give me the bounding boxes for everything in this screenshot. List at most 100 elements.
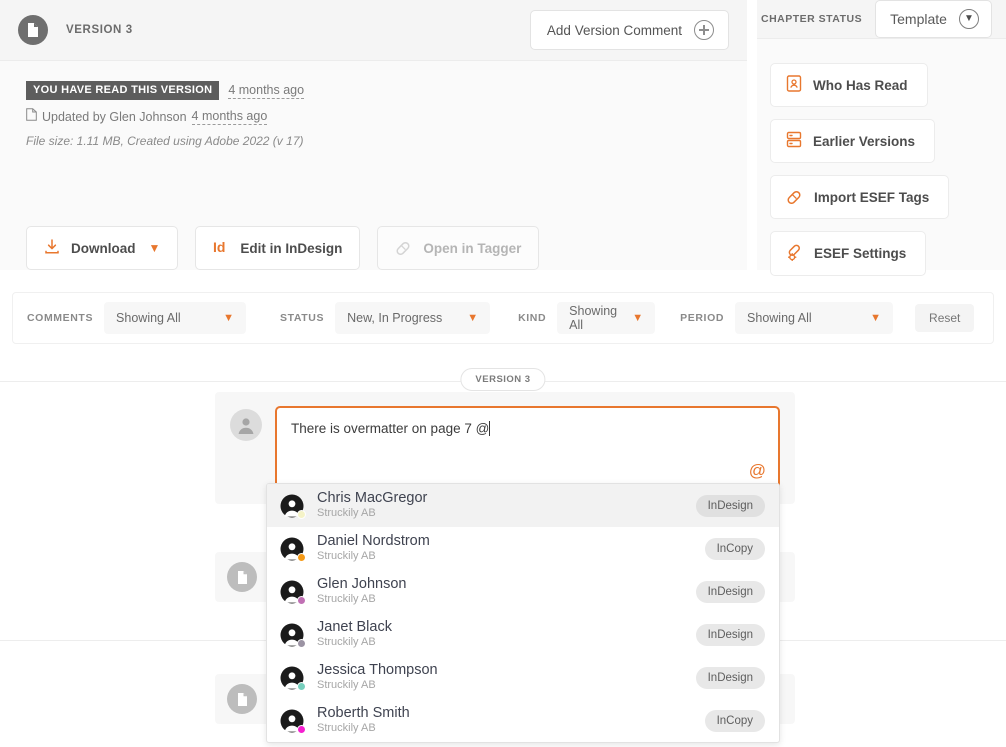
chapter-status-label: CHAPTER STATUS xyxy=(761,13,863,25)
status-dot xyxy=(297,595,306,605)
mention-item-jessica-thompson[interactable]: Jessica Thompson Struckily AB InDesign xyxy=(267,656,779,699)
download-label: Download xyxy=(71,240,136,256)
avatar xyxy=(279,622,306,648)
who-has-read-label: Who Has Read xyxy=(813,77,908,93)
document-icon xyxy=(227,562,257,592)
mention-dropdown: Chris MacGregor Struckily AB InDesign Da… xyxy=(266,483,780,743)
svg-text:Id: Id xyxy=(213,239,225,255)
edit-in-indesign-button[interactable]: Id Edit in InDesign xyxy=(195,226,361,270)
mention-item-text: Chris MacGregor Struckily AB xyxy=(317,490,684,521)
mention-item-text: Glen Johnson Struckily AB xyxy=(317,576,684,607)
version-title-group: VERSION 3 xyxy=(18,15,133,45)
mention-item-janet-black[interactable]: Janet Black Struckily AB InDesign xyxy=(267,613,779,656)
version-actions: Download ▼ Id Edit in InDesign Open in T… xyxy=(0,198,747,270)
version-separator: VERSION 3 xyxy=(0,368,1006,394)
document-icon xyxy=(18,15,48,45)
mention-item-text: Daniel Nordstrom Struckily AB xyxy=(317,533,693,564)
filter-kind-select[interactable]: Showing All ▼ xyxy=(557,302,656,334)
mention-item-glen-johnson[interactable]: Glen Johnson Struckily AB InDesign xyxy=(267,570,779,613)
esef-settings-label: ESEF Settings xyxy=(814,246,907,261)
mention-item-badge: InCopy xyxy=(704,709,765,732)
mention-item-name: Glen Johnson xyxy=(317,576,407,593)
filter-kind-value: Showing All xyxy=(569,304,618,332)
chapter-panel: CHAPTER STATUS Template ▼ Who Has Read E… xyxy=(757,0,1006,276)
mention-item-badge: InCopy xyxy=(704,537,765,560)
esef-tag-icon xyxy=(786,187,803,207)
mention-item-org: Struckily AB xyxy=(317,722,376,735)
chevron-down-icon: ▼ xyxy=(467,312,479,324)
avatar xyxy=(279,708,306,734)
mention-item-text: Roberth Smith Struckily AB xyxy=(317,705,693,736)
version-details: YOU HAVE READ THIS VERSION 4 months ago … xyxy=(0,61,747,198)
filter-section: COMMENTS Showing All ▼ STATUS New, In Pr… xyxy=(0,270,1006,344)
reset-filters-button[interactable]: Reset xyxy=(915,304,975,332)
download-button[interactable]: Download ▼ xyxy=(26,226,179,270)
status-dot xyxy=(297,638,306,648)
mention-item-org: Struckily AB xyxy=(317,550,376,563)
mention-item-name: Janet Black xyxy=(317,619,392,636)
app-root: VERSION 3 Add Version Comment YOU HAVE R… xyxy=(0,0,1006,747)
filter-period-label: PERIOD xyxy=(680,312,725,324)
at-sign-icon[interactable]: @ xyxy=(749,461,766,481)
mention-item-name: Daniel Nordstrom xyxy=(317,533,430,550)
chevron-down-icon: ▼ xyxy=(148,241,161,255)
chapter-status-select[interactable]: Template ▼ xyxy=(875,0,992,38)
comment-input-value: There is overmatter on page 7 @ xyxy=(291,421,490,436)
filter-status-label: STATUS xyxy=(280,312,325,324)
mention-item-text: Janet Black Struckily AB xyxy=(317,619,684,650)
earlier-versions-label: Earlier Versions xyxy=(813,133,916,149)
file-info: File size: 1.11 MB, Created using Adobe … xyxy=(26,134,304,148)
avatar xyxy=(279,665,306,691)
chapter-status-header: CHAPTER STATUS Template ▼ xyxy=(757,0,1006,39)
mention-item-badge: InDesign xyxy=(695,666,765,689)
version-panel-header: VERSION 3 Add Version Comment xyxy=(0,0,747,61)
filter-bar: COMMENTS Showing All ▼ STATUS New, In Pr… xyxy=(12,292,994,344)
status-badge: YOU HAVE READ THIS VERSION xyxy=(26,81,220,100)
version-title: VERSION 3 xyxy=(66,24,133,36)
mention-item-roberth-smith[interactable]: Roberth Smith Struckily AB InCopy xyxy=(267,699,779,742)
filter-comments-value: Showing All xyxy=(116,311,181,325)
chapter-status-value: Template xyxy=(890,11,947,27)
avatar xyxy=(279,579,306,605)
version-separator-pill: VERSION 3 xyxy=(460,368,546,391)
filter-kind: KIND Showing All ▼ xyxy=(518,302,656,334)
earlier-versions-button[interactable]: Earlier Versions xyxy=(770,119,936,163)
esef-settings-button[interactable]: ESEF Settings xyxy=(770,231,927,276)
chevron-down-icon: ▼ xyxy=(223,312,235,324)
filter-period: PERIOD Showing All ▼ xyxy=(680,302,894,334)
updated-by-text: Updated by Glen Johnson xyxy=(42,110,187,124)
filter-comments: COMMENTS Showing All ▼ xyxy=(27,302,247,334)
import-esef-tags-button[interactable]: Import ESEF Tags xyxy=(770,175,950,219)
mention-item-org: Struckily AB xyxy=(317,636,376,649)
mention-item-text: Jessica Thompson Struckily AB xyxy=(317,662,684,693)
filter-comments-select[interactable]: Showing All ▼ xyxy=(104,302,247,334)
comment-input[interactable]: There is overmatter on page 7 @ @ xyxy=(275,406,780,490)
add-version-comment-label: Add Version Comment xyxy=(546,22,682,38)
version-panel: VERSION 3 Add Version Comment YOU HAVE R… xyxy=(0,0,747,270)
filter-status-select[interactable]: New, In Progress ▼ xyxy=(335,302,491,334)
avatar xyxy=(279,536,306,562)
document-icon xyxy=(227,684,257,714)
comment-thread: VERSION 3 xyxy=(0,344,1006,394)
open-in-tagger-label: Open in Tagger xyxy=(423,240,522,256)
mention-item-org: Struckily AB xyxy=(317,679,376,692)
esef-settings-icon xyxy=(786,243,803,264)
filter-period-select[interactable]: Showing All ▼ xyxy=(735,302,894,334)
open-in-tagger-button[interactable]: Open in Tagger xyxy=(377,226,540,270)
import-esef-tags-label: Import ESEF Tags xyxy=(814,189,930,205)
download-icon xyxy=(44,238,60,258)
file-icon xyxy=(26,108,37,126)
mention-item-name: Roberth Smith xyxy=(317,705,410,722)
mention-item-daniel-nordstrom[interactable]: Daniel Nordstrom Struckily AB InCopy xyxy=(267,527,779,570)
add-version-comment-button[interactable]: Add Version Comment xyxy=(529,10,729,50)
chevron-down-circle-icon: ▼ xyxy=(959,9,979,29)
filter-status: STATUS New, In Progress ▼ xyxy=(280,302,491,334)
mention-item-chris-macgregor[interactable]: Chris MacGregor Struckily AB InDesign xyxy=(267,484,779,527)
filter-period-value: Showing All xyxy=(747,311,812,325)
chevron-down-icon: ▼ xyxy=(870,312,882,324)
updated-timestamp: 4 months ago xyxy=(191,109,268,125)
filter-kind-label: KIND xyxy=(518,312,547,324)
mention-item-org: Struckily AB xyxy=(317,593,376,606)
who-has-read-button[interactable]: Who Has Read xyxy=(770,63,928,107)
chapter-actions: Who Has Read Earlier Versions Import ESE… xyxy=(757,39,1006,276)
